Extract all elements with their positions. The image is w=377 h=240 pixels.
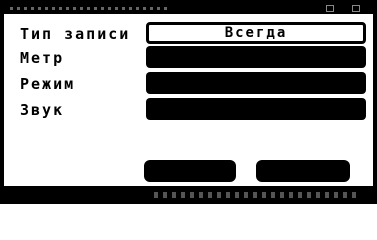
mode-label: Режим: [20, 75, 76, 93]
title-bar: [4, 4, 373, 14]
meter-label: Метр: [20, 49, 65, 67]
title-bar-texture: [10, 7, 170, 10]
record-type-field[interactable]: Всегда: [146, 22, 366, 44]
sound-label: Звук: [20, 101, 65, 119]
meter-field[interactable]: [146, 46, 366, 68]
record-type-label: Тип записи: [20, 25, 131, 43]
window-control-icon[interactable]: [326, 5, 334, 12]
status-bar-texture: [154, 192, 359, 198]
status-bar: [4, 186, 373, 204]
dialog-window: Тип записи Всегда Метр Режим Звук: [0, 0, 377, 204]
close-icon[interactable]: [352, 5, 360, 12]
ok-button[interactable]: [144, 160, 236, 182]
mode-field[interactable]: [146, 72, 366, 94]
cancel-button[interactable]: [256, 160, 350, 182]
sound-field[interactable]: [146, 98, 366, 120]
